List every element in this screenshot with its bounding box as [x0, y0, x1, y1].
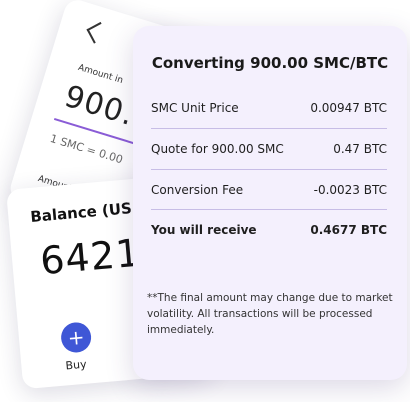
conversion-summary-card: Converting 900.00 SMC/BTC SMC Unit Price… — [133, 26, 407, 380]
quote-value: 0.47 BTC — [333, 142, 387, 156]
receive-label: You will receive — [151, 223, 257, 237]
quote-label: Quote for 900.00 SMC — [151, 142, 284, 156]
unit-price-label: SMC Unit Price — [151, 101, 239, 115]
disclaimer-note: **The final amount may change due to mar… — [147, 292, 393, 336]
quote-row: Quote for 900.00 SMC 0.47 BTC — [151, 129, 387, 169]
fee-row: Conversion Fee -0.0023 BTC — [151, 170, 387, 210]
summary-title: Converting 900.00 SMC/BTC — [151, 54, 389, 72]
fee-label: Conversion Fee — [151, 183, 244, 197]
balance-title: Balance (US — [29, 199, 133, 226]
plus-icon: + — [66, 324, 86, 351]
buy-button[interactable]: + — [59, 321, 93, 354]
unit-price-value: 0.00947 BTC — [310, 101, 387, 115]
receive-row: You will receive 0.4677 BTC — [151, 210, 387, 250]
receive-value: 0.4677 BTC — [310, 223, 387, 237]
fee-value: -0.0023 BTC — [313, 183, 387, 197]
unit-price-row: SMC Unit Price 0.00947 BTC — [151, 88, 387, 128]
back-arrow-icon[interactable] — [86, 21, 109, 44]
buy-label: Buy — [64, 357, 88, 373]
